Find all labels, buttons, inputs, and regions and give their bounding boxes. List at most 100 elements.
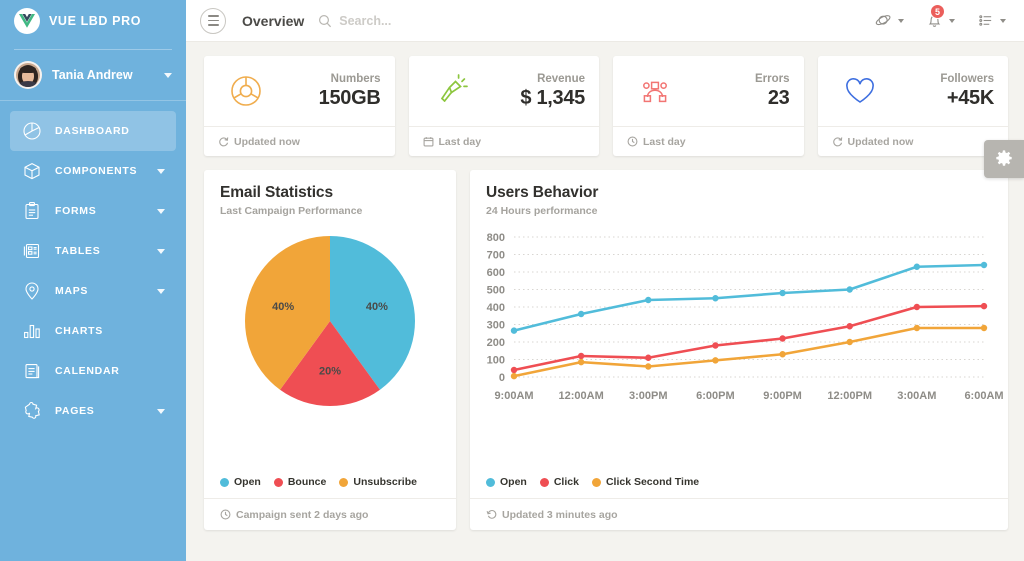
line-series-click[interactable] <box>512 304 986 372</box>
chevron-down-icon[interactable] <box>898 18 904 23</box>
data-point[interactable] <box>779 289 786 297</box>
stats-icon-button[interactable] <box>875 12 904 29</box>
data-point[interactable] <box>913 324 921 332</box>
data-point[interactable] <box>510 372 518 380</box>
donut-chart-icon <box>218 71 274 111</box>
data-point[interactable] <box>645 354 652 361</box>
data-point[interactable] <box>913 303 921 311</box>
y-axis-tick-label: 200 <box>487 337 505 349</box>
y-axis-tick-label: 100 <box>487 355 505 367</box>
stat-value: +45K <box>946 86 994 109</box>
card-subtitle: Last Campaign Performance <box>220 205 363 217</box>
sidebar-item-tables[interactable]: TABLES <box>10 231 176 271</box>
sidebar-item-dashboard[interactable]: DASHBOARD <box>10 111 176 151</box>
stat-footer-text: Updated now <box>234 135 300 148</box>
sidebar-item-components[interactable]: COMPONENTS <box>10 151 176 191</box>
stat-card-errors: Errors 23 Last day <box>613 56 804 156</box>
legend-dot-open <box>486 477 495 487</box>
stat-footer-text: Updated now <box>847 135 914 148</box>
data-point[interactable] <box>712 357 719 364</box>
data-point[interactable] <box>645 363 652 370</box>
data-point[interactable] <box>577 352 585 360</box>
stats-icon <box>875 15 891 26</box>
data-point[interactable] <box>577 310 585 318</box>
chevron-down-icon[interactable] <box>157 408 165 414</box>
search-input[interactable] <box>339 13 520 28</box>
legend-dot-unsubscribe <box>339 477 349 487</box>
legend-dot-bounce <box>273 477 283 487</box>
sidebar-item-forms[interactable]: FORMS <box>10 191 176 231</box>
data-point[interactable] <box>779 335 786 342</box>
legend-label: Bounce <box>287 476 327 488</box>
legend-item[interactable]: Open <box>486 476 527 488</box>
data-point[interactable] <box>846 338 853 346</box>
legend-label: Click <box>553 476 579 488</box>
data-point[interactable] <box>712 295 719 302</box>
legend-item[interactable]: Bounce <box>273 476 327 488</box>
chevron-down-icon[interactable] <box>157 288 165 294</box>
chevron-down-icon[interactable] <box>164 72 172 78</box>
sidebar-item-maps[interactable]: MAPS <box>10 271 176 311</box>
card-title: Email Statistics <box>220 184 333 201</box>
line-series-click-second-time[interactable] <box>512 326 986 378</box>
calendar-icon <box>21 360 43 382</box>
sidebar-item-label: PAGES <box>55 405 95 417</box>
table-icon <box>21 240 43 262</box>
data-point[interactable] <box>980 261 988 269</box>
pie-legend: Open Bounce Unsubscribe <box>204 476 456 498</box>
brand[interactable]: VUE LBD PRO <box>0 0 186 42</box>
notification-badge: 5 <box>930 4 945 19</box>
data-point[interactable] <box>846 323 853 330</box>
pie-slice-label: 40% <box>272 301 294 313</box>
topbar-actions: 5 <box>875 4 1006 29</box>
data-point[interactable] <box>712 342 719 349</box>
stat-footer: Last day <box>408 126 599 156</box>
chevron-down-icon[interactable] <box>157 248 165 254</box>
legend-item[interactable]: Click <box>539 476 579 488</box>
chevron-down-icon[interactable] <box>157 208 165 214</box>
stat-footer: Last day <box>613 126 804 156</box>
user-profile[interactable]: Tania Andrew <box>0 50 186 100</box>
chevron-down-icon[interactable] <box>949 18 955 23</box>
chart-cards: Email Statistics Last Campaign Performan… <box>204 170 1008 530</box>
search-box[interactable] <box>318 13 875 28</box>
stat-card-numbers: Numbers 150GB Updated now <box>204 56 395 156</box>
pie-chart[interactable]: 40% 20% 40% <box>204 221 456 476</box>
data-point[interactable] <box>510 327 518 334</box>
refresh-icon <box>832 137 842 147</box>
data-point[interactable] <box>645 296 652 304</box>
data-point[interactable] <box>510 366 518 374</box>
main-area: Overview Search... 5 Numbers 150GB Updat… <box>186 0 1024 561</box>
data-point[interactable] <box>779 351 786 358</box>
y-axis-tick-label: 800 <box>487 232 505 244</box>
settings-fab[interactable] <box>984 140 1024 178</box>
stat-cards: Numbers 150GB Updated now Revenue $ 1,34… <box>204 56 1008 156</box>
data-point[interactable] <box>577 358 585 366</box>
data-point[interactable] <box>980 302 988 310</box>
notifications-button[interactable]: 5 <box>926 4 955 29</box>
task-list-button[interactable] <box>977 12 1006 29</box>
legend-label: Open <box>234 476 261 488</box>
sidebar-item-calendar[interactable]: CALENDAR <box>10 351 176 391</box>
brand-title: VUE LBD PRO <box>49 14 142 28</box>
heart-icon <box>832 71 888 111</box>
x-axis-tick-label: 3:00PM <box>629 390 668 402</box>
x-axis-tick-label: 3:00AM <box>897 390 936 402</box>
legend-item[interactable]: Unsubscribe <box>339 476 417 488</box>
line-series-open[interactable] <box>512 263 986 332</box>
sidebar-item-pages[interactable]: PAGES <box>10 391 176 431</box>
data-point[interactable] <box>846 286 853 293</box>
legend-item[interactable]: Click Second Time <box>591 476 699 488</box>
data-point[interactable] <box>980 324 988 332</box>
line-chart-svg: 0 100 200 300 400 500 600 700 800 9:00AM 12:00AM 3:… <box>487 232 1004 402</box>
legend-label: Unsubscribe <box>353 476 417 488</box>
stat-footer-text: Last day <box>438 135 482 148</box>
data-point[interactable] <box>913 263 921 270</box>
line-chart[interactable]: 0 100 200 300 400 500 600 700 800 9:00AM 12:00AM 3:… <box>470 221 1008 476</box>
legend-item[interactable]: Open <box>220 476 261 488</box>
y-axis-tick-label: 600 <box>487 267 505 279</box>
chevron-down-icon[interactable] <box>157 168 165 174</box>
sidebar-item-charts[interactable]: CHARTS <box>10 311 176 351</box>
chevron-down-icon[interactable] <box>1000 18 1006 23</box>
hamburger-icon[interactable] <box>200 7 226 34</box>
